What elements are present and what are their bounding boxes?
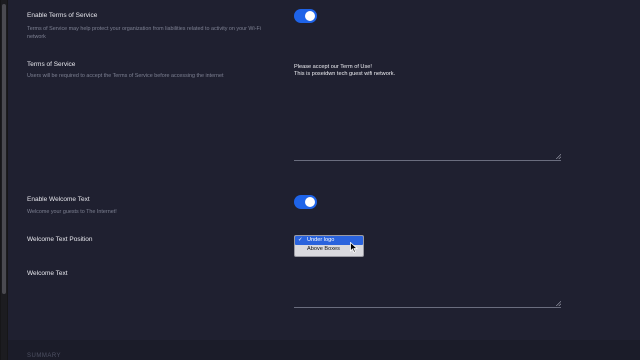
terms-text-line: Please accept our Term of Use! bbox=[294, 64, 372, 70]
toggle-knob bbox=[305, 11, 315, 21]
option-label: Under logo bbox=[307, 237, 335, 243]
option-label: Above Boxes bbox=[307, 246, 340, 252]
section-divider bbox=[8, 340, 640, 360]
enable-terms-label: Enable Terms of Service bbox=[27, 12, 98, 19]
terms-of-service-textarea[interactable]: Please accept our Term of Use! This is p… bbox=[294, 64, 561, 161]
textarea-resize-handle[interactable] bbox=[556, 301, 561, 306]
summary-section-title: SUMMARY bbox=[27, 353, 62, 359]
enable-welcome-text-description: Welcome your guests to The Internet! bbox=[27, 209, 117, 215]
mouse-cursor-icon bbox=[350, 242, 358, 253]
checkmark-icon: ✓ bbox=[298, 237, 303, 243]
terms-text-line: This is poseidwn tech guest wifi network… bbox=[294, 71, 396, 77]
enable-welcome-text-label: Enable Welcome Text bbox=[27, 196, 90, 203]
textarea-resize-handle[interactable] bbox=[556, 154, 561, 159]
terms-of-service-label: Terms of Service bbox=[27, 61, 76, 68]
terms-of-service-description: Users will be required to accept the Ter… bbox=[27, 73, 224, 79]
settings-panel: Enable Terms of Service Terms of Service… bbox=[8, 0, 640, 360]
enable-terms-description: Terms of Service may help protect your o… bbox=[27, 26, 261, 40]
enable-welcome-text-toggle[interactable] bbox=[294, 195, 317, 209]
welcome-text-position-label: Welcome Text Position bbox=[27, 236, 93, 243]
welcome-text-label: Welcome Text bbox=[27, 270, 68, 277]
enable-terms-toggle[interactable] bbox=[294, 9, 317, 23]
window-left-edge bbox=[0, 0, 8, 360]
welcome-text-textarea[interactable] bbox=[294, 262, 561, 308]
scrollbar-thumb[interactable] bbox=[2, 4, 6, 294]
toggle-knob bbox=[305, 197, 315, 207]
